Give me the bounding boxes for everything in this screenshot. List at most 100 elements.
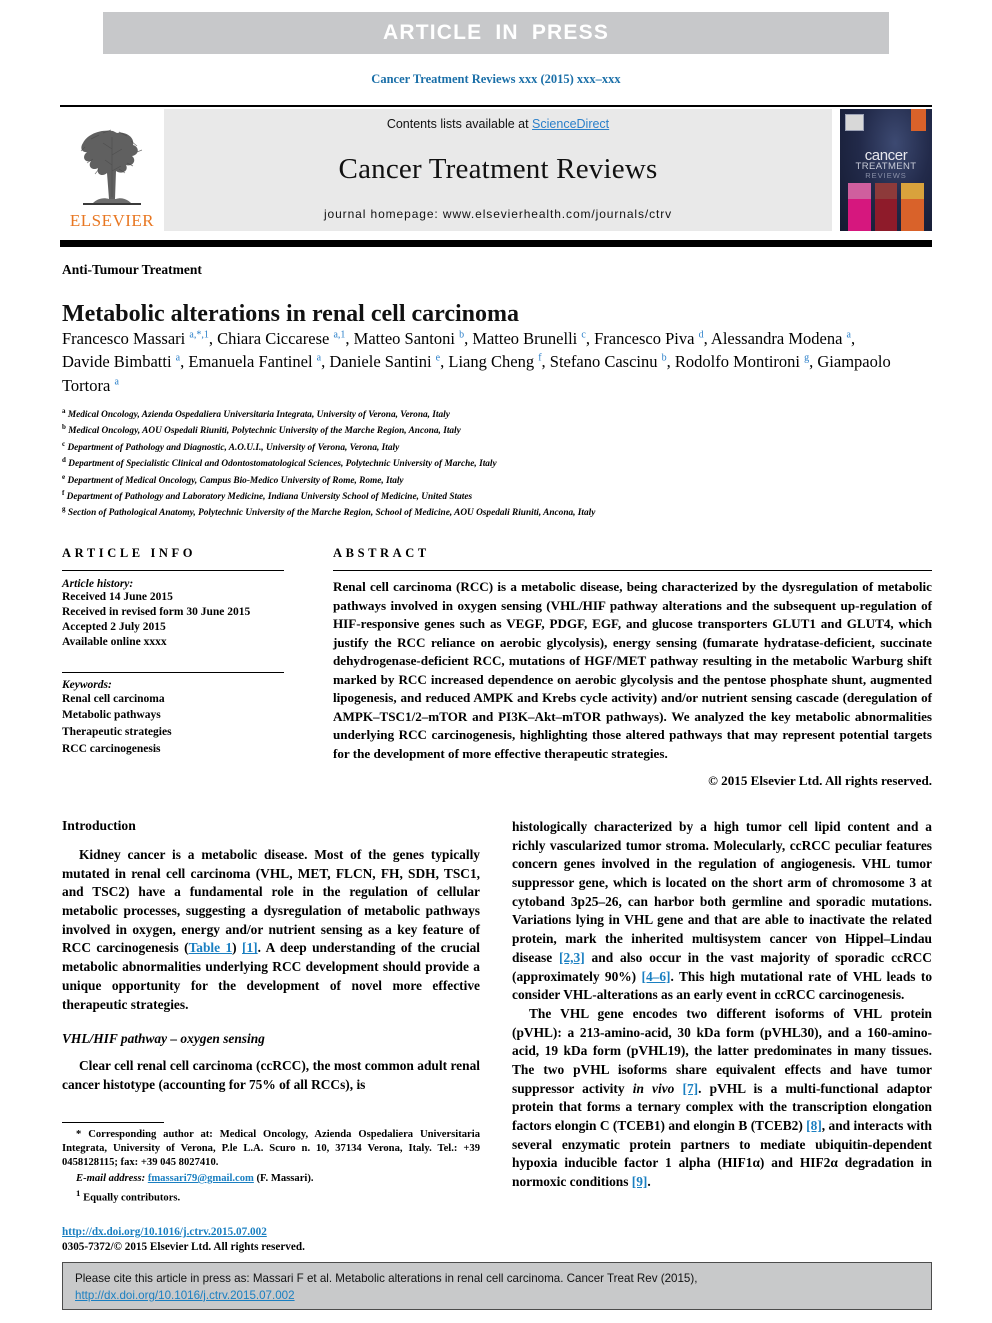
email-link[interactable]: fmassari79@gmail.com — [148, 1173, 254, 1184]
contents-prefix: Contents lists available at — [386, 117, 533, 131]
journal-masthead: ELSEVIER Contents lists available at Sci… — [60, 109, 932, 231]
contents-lists-line: Contents lists available at ScienceDirec… — [387, 117, 609, 131]
affiliation-marker: g — [62, 505, 66, 514]
cover-orange-block — [911, 109, 926, 131]
cover-strip-orange — [901, 183, 925, 231]
right-paragraph-2: The VHL gene encodes two different isofo… — [512, 1005, 932, 1192]
reference-link-1[interactable]: [1] — [242, 940, 258, 955]
cite-this-article-footer: Please cite this article in press as: Ma… — [62, 1262, 932, 1310]
affiliation-marker: d — [62, 456, 66, 465]
history-item: Accepted 2 July 2015 — [62, 620, 166, 633]
cover-strip-red — [874, 183, 898, 231]
history-item: Available online xxxx — [62, 635, 167, 648]
affiliation-marker: f — [62, 489, 65, 498]
journal-title: Cancer Treatment Reviews — [338, 152, 658, 185]
affiliation-item: g Section of Pathological Anatomy, Polyt… — [62, 504, 932, 520]
reference-link-7[interactable]: [7] — [683, 1081, 699, 1096]
issn-copyright-line: 0305-7372/© 2015 Elsevier Ltd. All right… — [62, 1241, 305, 1254]
journal-homepage[interactable]: journal homepage: www.elsevierhealth.com… — [324, 207, 672, 221]
sciencedirect-link[interactable]: ScienceDirect — [532, 117, 609, 131]
article-info-heading: ARTICLE INFO — [62, 546, 197, 560]
cover-color-strips — [848, 183, 925, 231]
reference-link-4-6[interactable]: [4–6] — [642, 969, 671, 984]
article-info-rule — [62, 570, 284, 571]
affiliation-marker: b — [62, 423, 66, 432]
keyword-item: Therapeutic strategies — [62, 726, 172, 739]
email-label: E-mail address: — [76, 1172, 146, 1184]
history-item: Received in revised form 30 June 2015 — [62, 605, 251, 618]
affiliation-text: Section of Pathological Anatomy, Polytec… — [67, 508, 596, 519]
affiliation-item: f Department of Pathology and Laboratory… — [62, 488, 932, 504]
keywords-rule — [62, 671, 284, 673]
right-text-a: histologically characterized by a high t… — [512, 819, 932, 965]
article-in-press-banner: ARTICLE IN PRESS — [103, 12, 889, 54]
cover-title-reviews: REVIEWS — [865, 171, 907, 180]
body-column-left: Introduction Kidney cancer is a metaboli… — [62, 818, 480, 1095]
abstract-heading: ABSTRACT — [333, 546, 430, 560]
affiliation-item: c Department of Pathology and Diagnostic… — [62, 439, 932, 455]
reference-link-8[interactable]: [8] — [806, 1118, 822, 1133]
body-column-right: histologically characterized by a high t… — [512, 818, 932, 1192]
doi-block: http://dx.doi.org/10.1016/j.ctrv.2015.07… — [62, 1225, 492, 1255]
equal-contributors-note: 1 Equally contributors. — [62, 1188, 480, 1206]
in-vivo-italic: in vivo — [632, 1080, 675, 1096]
cover-strip-magenta — [848, 183, 871, 231]
cover-publisher-mark — [845, 114, 864, 131]
journal-cover-thumbnail[interactable]: cancer TREATMENT REVIEWS — [840, 109, 932, 231]
article-in-press-label: ARTICLE IN PRESS — [382, 21, 610, 44]
page-title: Metabolic alterations in renal cell carc… — [62, 301, 520, 328]
footnote-separator — [62, 1122, 164, 1123]
section-kicker: Anti-Tumour Treatment — [62, 262, 202, 277]
right2-text-e: . — [647, 1174, 651, 1190]
equal-marker: 1 — [76, 1187, 81, 1198]
right-paragraph-1: histologically characterized by a high t… — [512, 818, 932, 1005]
keyword-item: Metabolic pathways — [62, 709, 161, 722]
running-head: Cancer Treatment Reviews xxx (2015) xxx–… — [371, 72, 621, 86]
keyword-item: RCC carcinogenesis — [62, 742, 161, 755]
corresponding-marker: * — [76, 1129, 82, 1140]
affiliation-item: a Medical Oncology, Azienda Ospedaliera … — [62, 406, 932, 422]
abstract-column: ABSTRACT Renal cell carcinoma (RCC) is a… — [333, 546, 932, 789]
affiliation-text: Department of Pathology and Diagnostic, … — [67, 442, 400, 453]
reference-link-9[interactable]: [9] — [632, 1174, 648, 1189]
author-list: Francesco Massari a,*,1, Chiara Ciccares… — [62, 329, 891, 395]
masthead-center: Contents lists available at ScienceDirec… — [164, 109, 832, 231]
abstract-rule — [333, 570, 932, 571]
right2-space — [674, 1081, 682, 1096]
masthead-top-rule — [60, 105, 932, 107]
elsevier-logo[interactable]: ELSEVIER — [60, 109, 164, 231]
article-info-column: ARTICLE INFO Article history: Received 1… — [62, 546, 284, 757]
affiliation-text: Department of Specialistic Clinical and … — [68, 459, 497, 470]
table-1-link[interactable]: Table 1 — [189, 940, 233, 955]
email-note: E-mail address: fmassari79@gmail.com (F.… — [62, 1172, 480, 1186]
affiliation-list: a Medical Oncology, Azienda Ospedaliera … — [62, 406, 932, 521]
doi-link[interactable]: http://dx.doi.org/10.1016/j.ctrv.2015.07… — [62, 1226, 267, 1238]
abstract-body: Renal cell carcinoma (RCC) is a metaboli… — [333, 579, 932, 761]
reference-link-2-3[interactable]: [2,3] — [559, 950, 585, 965]
email-suffix: (F. Massari). — [256, 1172, 314, 1184]
introduction-heading: Introduction — [62, 818, 136, 833]
affiliation-text: Medical Oncology, Azienda Ospedaliera Un… — [67, 410, 450, 421]
keyword-item: Renal cell carcinoma — [62, 692, 165, 705]
cite-doi-link[interactable]: http://dx.doi.org/10.1016/j.ctrv.2015.07… — [75, 1289, 295, 1302]
vhl-hif-subheading: VHL/HIF pathway – oxygen sensing — [62, 1031, 265, 1047]
affiliation-text: Department of Pathology and Laboratory M… — [66, 492, 473, 503]
abstract-copyright: © 2015 Elsevier Ltd. All rights reserved… — [708, 773, 932, 789]
affiliation-marker: c — [62, 439, 66, 448]
elsevier-wordmark: ELSEVIER — [69, 211, 155, 230]
affiliation-item: e Department of Medical Oncology, Campus… — [62, 472, 932, 488]
affiliation-text: Department of Medical Oncology, Campus B… — [67, 475, 404, 486]
vhl-paragraph: Clear cell renal cell carcinoma (ccRCC),… — [62, 1058, 480, 1092]
history-item: Received 14 June 2015 — [62, 591, 173, 603]
intro-text-b: ) — [232, 940, 242, 956]
elsevier-tree-icon — [80, 129, 143, 205]
cite-text: Please cite this article in press as: Ma… — [75, 1272, 698, 1285]
introduction-paragraph: Kidney cancer is a metabolic disease. Mo… — [62, 846, 480, 1014]
affiliation-item: d Department of Specialistic Clinical an… — [62, 455, 932, 471]
article-history-label: Article history: — [62, 578, 134, 590]
affiliation-marker: e — [62, 472, 66, 481]
masthead-bottom-rule — [60, 240, 932, 247]
corresponding-author-note: * Corresponding author at: Medical Oncol… — [62, 1128, 480, 1170]
keywords-label: Keywords: — [62, 678, 112, 691]
footnote-block: * Corresponding author at: Medical Oncol… — [62, 1128, 480, 1207]
